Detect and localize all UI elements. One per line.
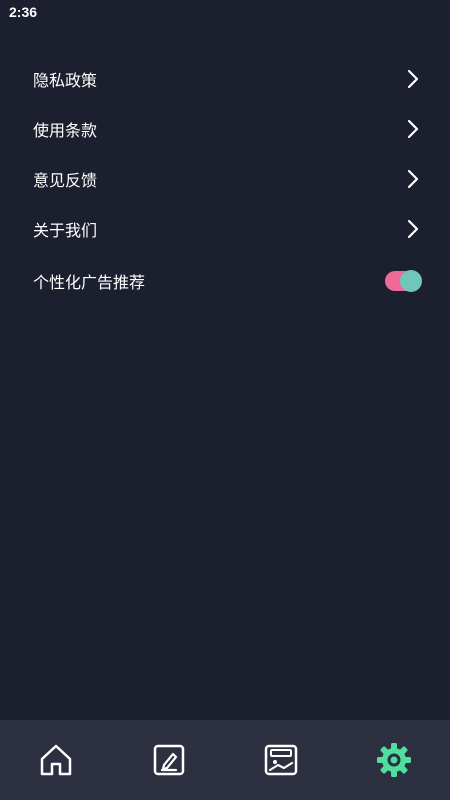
nav-edit[interactable]	[113, 720, 226, 800]
personalized-ads-toggle[interactable]	[385, 270, 422, 292]
chevron-right-icon	[407, 69, 419, 89]
menu-item-label: 个性化广告推荐	[33, 273, 146, 292]
menu-item-label: 使用条款	[33, 121, 98, 140]
menu-item-label: 隐私政策	[33, 71, 98, 90]
menu-item-feedback[interactable]: 意见反馈	[0, 154, 450, 204]
status-time: 2:36	[9, 4, 38, 20]
menu-item-about-us[interactable]: 关于我们	[0, 204, 450, 254]
menu-item-label: 意见反馈	[33, 171, 98, 190]
menu-item-terms-of-use[interactable]: 使用条款	[0, 104, 450, 154]
nav-home[interactable]	[0, 720, 113, 800]
menu-item-privacy-policy[interactable]: 隐私政策	[0, 54, 450, 104]
menu-item-personalized-ads: 个性化广告推荐	[0, 254, 450, 308]
gallery-icon	[265, 744, 298, 776]
bottom-nav	[0, 720, 450, 800]
chevron-right-icon	[407, 219, 419, 239]
menu-item-label: 关于我们	[33, 221, 98, 240]
settings-menu: 隐私政策 使用条款 意见反馈 关于我们 个性化广告推荐	[0, 54, 450, 308]
nav-settings[interactable]	[338, 720, 450, 800]
status-bar: 2:36	[0, 0, 450, 26]
chevron-right-icon	[407, 169, 419, 189]
chevron-right-icon	[407, 119, 419, 139]
home-icon	[41, 744, 72, 776]
settings-gear-icon	[376, 743, 411, 777]
nav-gallery[interactable]	[225, 720, 338, 800]
toggle-knob	[400, 270, 422, 292]
edit-icon	[153, 744, 184, 776]
